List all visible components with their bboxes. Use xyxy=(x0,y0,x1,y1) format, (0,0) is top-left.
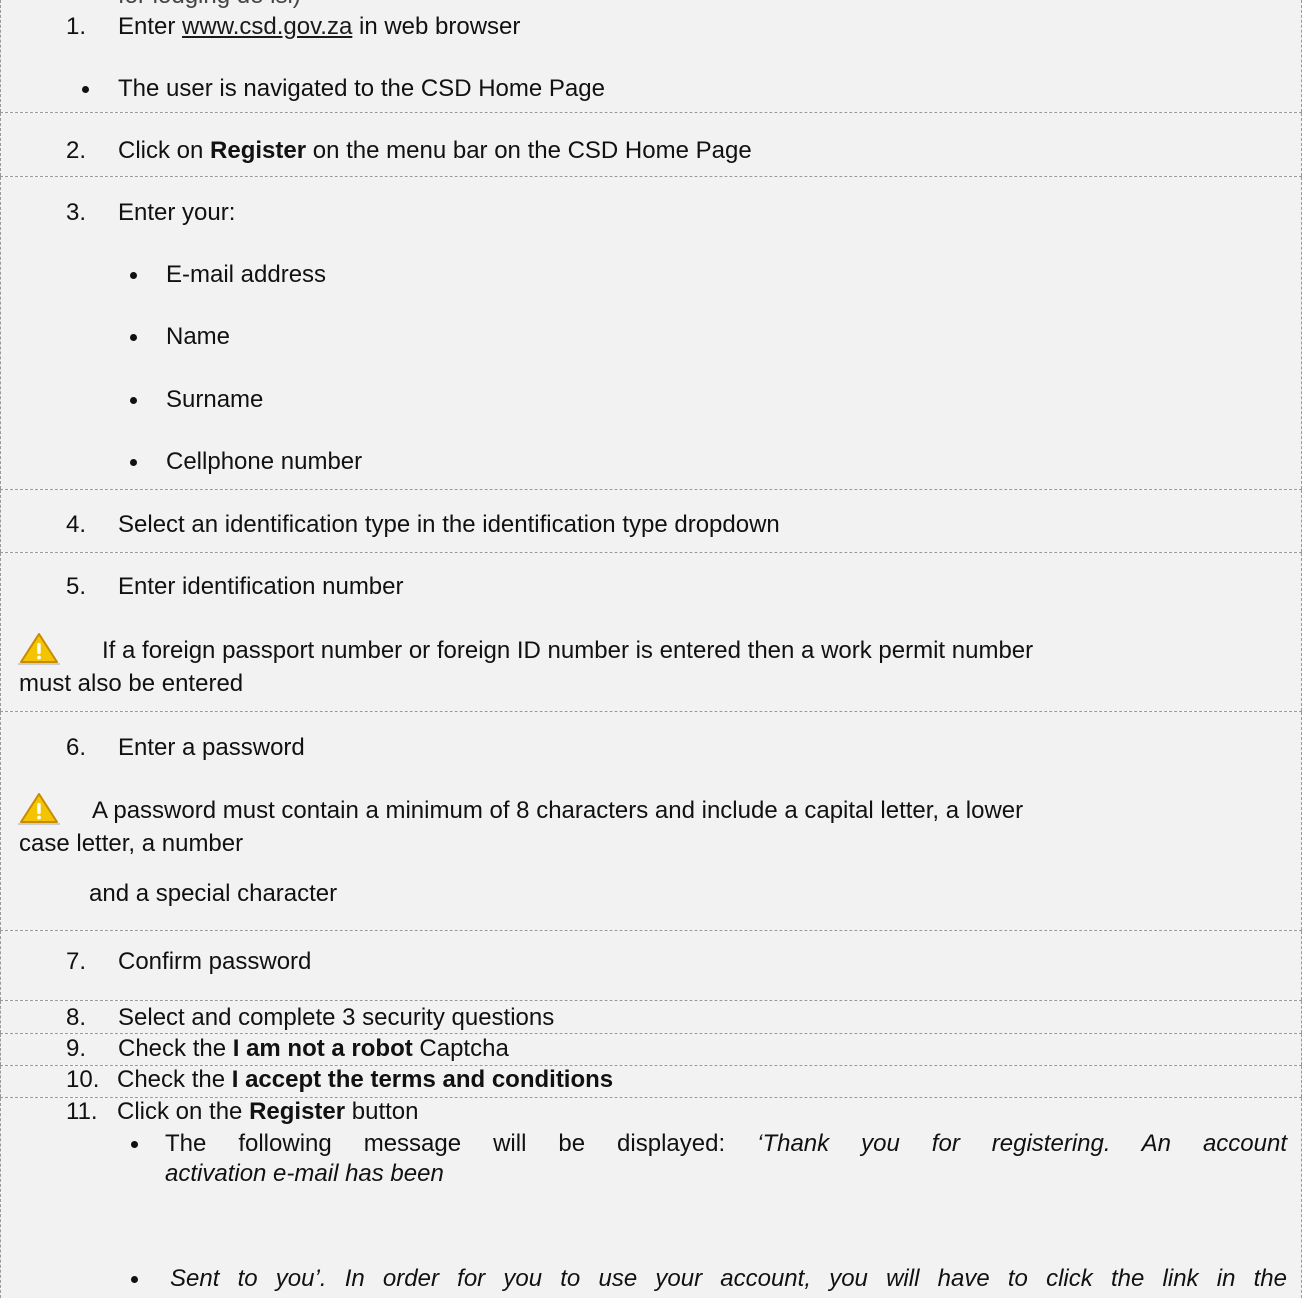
step-7-text: Confirm password xyxy=(118,948,312,975)
bullet-icon xyxy=(131,1276,138,1283)
step-number: 5. xyxy=(66,573,87,600)
step-number: 4. xyxy=(66,511,87,538)
message-line: activation e-mail has been xyxy=(165,1160,444,1187)
bullet-icon xyxy=(82,86,89,93)
warning-icon xyxy=(18,633,60,665)
bullet-icon xyxy=(131,1141,138,1148)
step-10-text: Check the I accept the terms and conditi… xyxy=(117,1066,614,1093)
field-item: E-mail address xyxy=(166,261,327,288)
csd-link[interactable]: www.csd.gov.za xyxy=(182,13,352,40)
step-number: 11. xyxy=(66,1098,98,1125)
step-number: 6. xyxy=(66,734,87,761)
step-1-text: Enter www.csd.gov.za in web browser xyxy=(118,13,521,40)
warning-icon xyxy=(18,793,60,825)
step-3-text: Enter your: xyxy=(118,199,236,226)
field-item: Surname xyxy=(166,386,264,413)
header-fragment: for lodging de lsi) xyxy=(118,0,301,10)
step-11-text: Click on the Register button xyxy=(117,1098,419,1125)
message-line: Sent to you’. In order for you to use yo… xyxy=(170,1265,1287,1292)
bullet-icon xyxy=(130,397,137,404)
bullet-icon xyxy=(130,272,137,279)
step-number: 3. xyxy=(66,199,87,226)
document-page: for lodging de lsi) 1. Enter www.csd.gov… xyxy=(0,0,1305,1298)
warning-text: If a foreign passport number or foreign … xyxy=(102,637,1034,664)
step-number: 1. xyxy=(66,13,87,40)
warning-text: and a special character xyxy=(89,880,338,907)
step-5-text: Enter identification number xyxy=(118,573,404,600)
step-9-text: Check the I am not a robot Captcha xyxy=(118,1035,509,1062)
warning-text: must also be entered xyxy=(19,670,244,697)
step-4-text: Select an identification type in the ide… xyxy=(118,511,780,538)
step-number: 9. xyxy=(66,1035,87,1062)
step-8-text: Select and complete 3 security questions xyxy=(118,1004,555,1031)
message-line: The following message will be displayed:… xyxy=(165,1130,1287,1157)
warning-text: case letter, a number xyxy=(19,830,244,857)
step-number: 2. xyxy=(66,137,87,164)
bullet-icon xyxy=(130,334,137,341)
warning-text: A password must contain a minimum of 8 c… xyxy=(92,797,1024,824)
step-number: 7. xyxy=(66,948,87,975)
step-1-bullet-text: The user is navigated to the CSD Home Pa… xyxy=(118,75,605,102)
bullet-icon xyxy=(130,459,137,466)
step-number: 10. xyxy=(66,1066,100,1093)
field-item: Cellphone number xyxy=(166,448,363,475)
step-number: 8. xyxy=(66,1004,87,1031)
step-2-text: Click on Register on the menu bar on the… xyxy=(118,137,752,164)
step-6-text: Enter a password xyxy=(118,734,305,761)
field-item: Name xyxy=(166,323,231,350)
